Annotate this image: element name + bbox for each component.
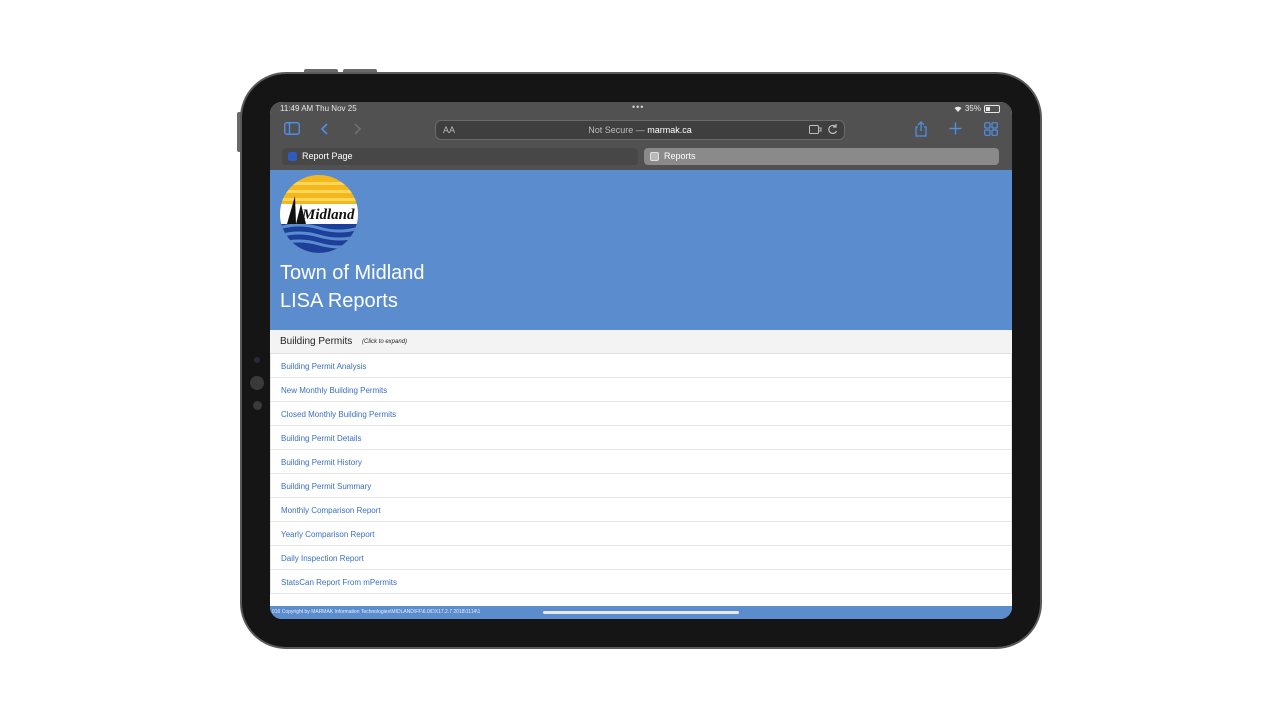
status-right: 35%	[954, 104, 1000, 113]
list-item[interactable]: Monthly Comparison Report	[270, 498, 1012, 522]
tab-report-page[interactable]: Report Page	[282, 148, 638, 165]
page-title: Town of Midland	[280, 262, 425, 284]
url-host: marmak.ca	[647, 125, 692, 135]
report-link[interactable]: Closed Monthly Building Permits	[281, 410, 396, 419]
report-link[interactable]: Monthly Comparison Report	[281, 506, 381, 515]
report-link[interactable]: StatsCan Report From mPermits	[281, 578, 397, 587]
tab-reports[interactable]: Reports	[644, 148, 999, 165]
battery-icon	[984, 104, 1000, 113]
report-link[interactable]: Building Permit History	[281, 458, 362, 467]
extension-icon[interactable]	[809, 124, 822, 138]
battery-percent: 35%	[964, 104, 981, 113]
report-link[interactable]: Building Permit Details	[281, 434, 361, 443]
list-item[interactable]: New Monthly Building Permits	[270, 378, 1012, 402]
list-item[interactable]: Building Permit Analysis	[270, 354, 1012, 378]
favicon-icon	[650, 152, 659, 161]
list-item[interactable]: Building Permit History	[270, 450, 1012, 474]
footer-copyright: 016 Copyright by MARMAK Information Tech…	[272, 609, 481, 615]
safari-chrome: 11:49 AM Thu Nov 25 ••• 35% AA Not Secur…	[270, 102, 1012, 170]
camera-sensor	[253, 401, 262, 410]
report-link[interactable]: Daily Inspection Report	[281, 554, 364, 563]
section-hint: (Click to expand)	[362, 339, 408, 345]
status-time: 11:49 AM Thu Nov 25	[280, 104, 357, 113]
reload-icon[interactable]	[827, 123, 838, 138]
wifi-icon	[954, 106, 962, 112]
report-link[interactable]: New Monthly Building Permits	[281, 386, 387, 395]
page-subtitle: LISA Reports	[280, 290, 398, 312]
midland-logo: Midland	[280, 175, 358, 253]
list-item[interactable]: Building Permit Details	[270, 426, 1012, 450]
forward-icon[interactable]	[352, 122, 362, 139]
list-item[interactable]: Building Permit Summary	[270, 474, 1012, 498]
home-indicator[interactable]	[543, 611, 739, 614]
screen: 11:49 AM Thu Nov 25 ••• 35% AA Not Secur…	[270, 102, 1012, 619]
address-bar[interactable]: AA Not Secure — marmak.ca	[435, 120, 845, 140]
list-item[interactable]: StatsCan Report From mPermits	[270, 570, 1012, 594]
list-item[interactable]: Yearly Comparison Report	[270, 522, 1012, 546]
report-list: Building Permit Analysis New Monthly Bui…	[270, 354, 1012, 594]
url-security-prefix: Not Secure —	[588, 125, 648, 135]
header-banner: Midland Town of Midland LISA Reports	[270, 170, 1012, 330]
back-icon[interactable]	[320, 122, 330, 139]
multitasking-dots[interactable]: •••	[632, 102, 644, 112]
section-title: Building Permits	[280, 336, 353, 347]
url-text[interactable]: Not Secure — marmak.ca	[436, 125, 844, 135]
tab-label: Reports	[664, 151, 696, 161]
camera-dot	[254, 357, 260, 363]
list-item[interactable]: Daily Inspection Report	[270, 546, 1012, 570]
camera-lens	[250, 376, 264, 390]
report-link[interactable]: Building Permit Summary	[281, 482, 371, 491]
tab-label: Report Page	[302, 151, 353, 161]
report-link[interactable]: Building Permit Analysis	[281, 362, 366, 371]
share-icon[interactable]	[914, 121, 928, 140]
favicon-icon	[288, 152, 297, 161]
plus-icon[interactable]	[949, 122, 962, 138]
section-header-building-permits[interactable]: Building Permits (Click to expand)	[270, 330, 1012, 354]
logo-text: Midland	[301, 207, 355, 223]
report-link[interactable]: Yearly Comparison Report	[281, 530, 375, 539]
list-item[interactable]: Closed Monthly Building Permits	[270, 402, 1012, 426]
sidebar-icon[interactable]	[284, 122, 300, 138]
tabs-grid-icon[interactable]	[984, 122, 998, 139]
page-footer: 016 Copyright by MARMAK Information Tech…	[270, 606, 1012, 619]
